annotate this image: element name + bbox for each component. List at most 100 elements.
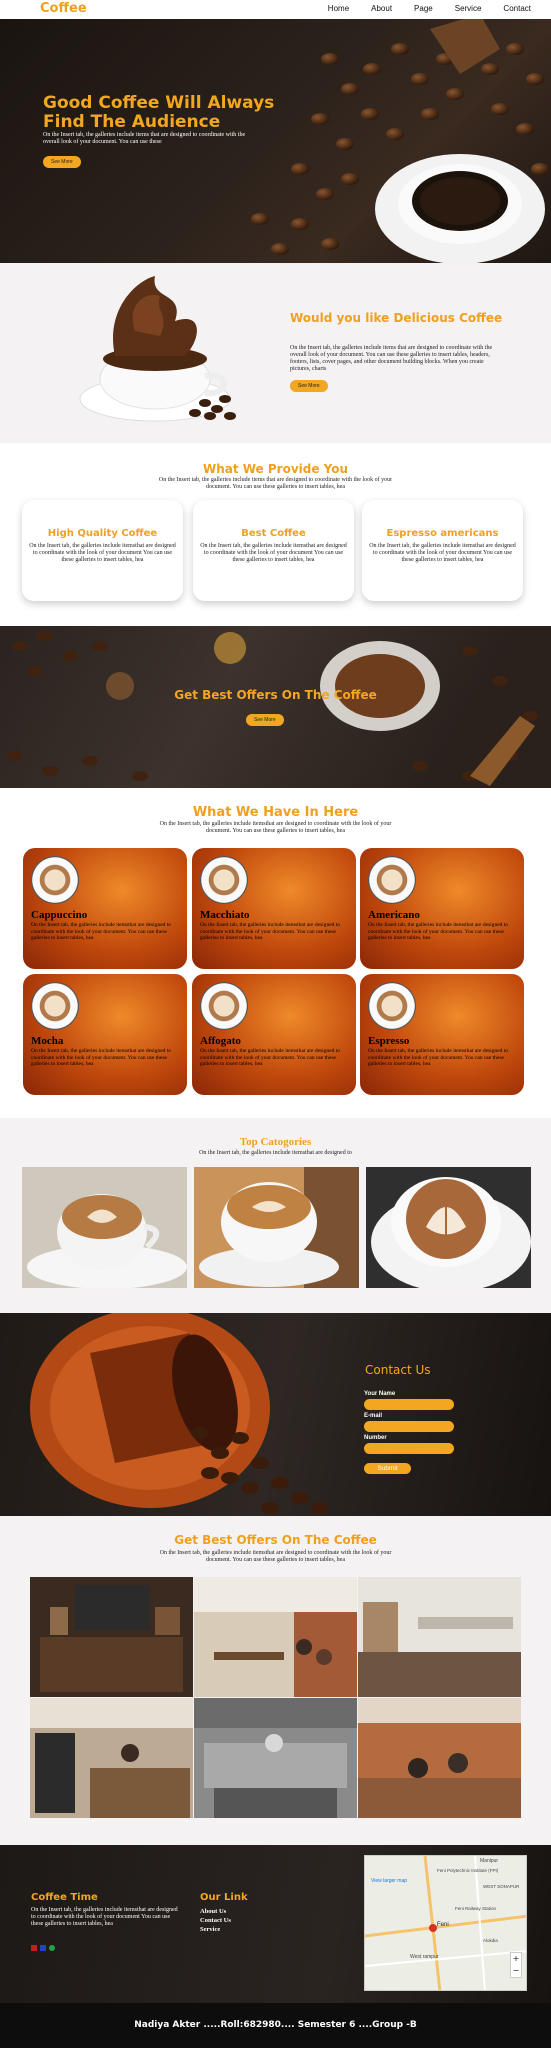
coffee-splash-image [79, 276, 236, 422]
footer-text: On the Insert tab, the galleries include… [31, 1907, 178, 1927]
number-input[interactable] [364, 1443, 454, 1454]
location-map[interactable]: View larger map Manipur Feni Polytechnic… [364, 1855, 527, 1991]
gallery-image[interactable] [30, 1698, 193, 1818]
service-card-text: On the Insert tab, the galleries include… [29, 543, 176, 563]
service-card: Best Coffee On the Insert tab, the galle… [193, 500, 354, 601]
service-card-title: Espresso americans [386, 528, 499, 539]
gallery-section: Get Best Offers On The Coffee On the Ins… [0, 1516, 551, 1845]
service-card-title: Best Coffee [241, 528, 306, 539]
category-image[interactable] [22, 1167, 187, 1288]
categories-section: Top Catogories On the Insert tab, the ga… [0, 1118, 551, 1313]
footer-link-contact[interactable]: Contact Us [200, 1917, 231, 1924]
facebook-icon[interactable] [40, 1945, 46, 1951]
nav-home-link[interactable]: Home [328, 4, 349, 13]
menu-item-text: On the Insert tab, the galleries include… [31, 922, 172, 941]
footer-links-title: Our Link [200, 1892, 248, 1903]
nav-about-link[interactable]: About [371, 4, 392, 13]
nav-page-link[interactable]: Page [414, 4, 433, 13]
footer-link-about[interactable]: About Us [200, 1908, 226, 1915]
gallery-image[interactable] [30, 1577, 193, 1697]
categories-title: Top Catogories [239, 1136, 312, 1148]
about-text: On the Insert tab, the galleries include… [290, 345, 493, 372]
menu-title: What We Have In Here [192, 805, 359, 820]
map-larger-link[interactable]: View larger map [371, 1878, 407, 1884]
map-label: West rampur [410, 1954, 439, 1960]
category-image[interactable] [194, 1167, 359, 1288]
menu-section: What We Have In Here On the Insert tab, … [0, 788, 551, 1118]
provide-subtitle: On the Insert tab, the galleries include… [158, 477, 393, 490]
gallery-title: Get Best Offers On The Coffee [174, 1533, 377, 1547]
menu-item-name: Americano [368, 909, 420, 921]
menu-item-card[interactable]: Affogato On the Insert tab, the gallerie… [192, 974, 356, 1095]
name-input[interactable] [364, 1399, 454, 1410]
hero-section: Good Coffee Will Always Find The Audienc… [0, 19, 551, 263]
menu-item-name: Affogato [200, 1035, 241, 1047]
map-label: Manipur [480, 1858, 499, 1864]
menu-item-name: Cappuccino [31, 909, 88, 921]
espresso-image [368, 982, 416, 1030]
provide-title: What We Provide You [202, 462, 349, 476]
map-zoom-control[interactable]: + − [510, 1952, 522, 1978]
gallery-image[interactable] [194, 1698, 357, 1818]
copyright-bar: Nadiya Akter .....Roll:682980.... Semest… [0, 2003, 551, 2048]
social-icons [31, 1945, 55, 1951]
menu-item-card[interactable]: Mocha On the Insert tab, the galleries i… [23, 974, 187, 1095]
about-see-more-button[interactable]: See More [290, 380, 328, 392]
footer-link-service[interactable]: Service [200, 1926, 220, 1933]
hero-text: On the Insert tab, the galleries include… [43, 132, 246, 145]
menu-item-card[interactable]: Espresso On the Insert tab, the gallerie… [360, 974, 524, 1095]
americano-image [368, 856, 416, 904]
gallery-image[interactable] [358, 1698, 521, 1818]
menu-item-text: On the Insert tab, the galleries include… [368, 1048, 509, 1067]
offer-title: Get Best Offers On The Coffee [174, 688, 377, 702]
number-label: Number [364, 1435, 387, 1441]
service-card-text: On the Insert tab, the galleries include… [369, 543, 516, 563]
nav-service-link[interactable]: Service [455, 4, 482, 13]
nav-menu: Home About Page Service Contact [306, 4, 531, 13]
hero-title: Good Coffee Will Always Find The Audienc… [43, 93, 275, 132]
offer-banner: Get Best Offers On The Coffee See More [0, 626, 551, 788]
menu-item-text: On the Insert tab, the galleries include… [368, 922, 509, 941]
about-section: Would you like Delicious Coffee On the I… [0, 263, 551, 443]
cappuccino-image [31, 856, 79, 904]
top-navbar: Coffee Home About Page Service Contact [0, 0, 551, 19]
menu-item-card[interactable]: Americano On the Insert tab, the galleri… [360, 848, 524, 969]
provide-section: What We Provide You On the Insert tab, t… [0, 443, 551, 626]
about-title: Would you like Delicious Coffee [290, 311, 503, 325]
contact-title: Contact Us [365, 1363, 431, 1377]
gallery-image[interactable] [194, 1577, 357, 1697]
menu-item-name: Espresso [368, 1035, 410, 1047]
name-label: Your Name [364, 1391, 396, 1397]
menu-item-card[interactable]: Cappuccino On the Insert tab, the galler… [23, 848, 187, 969]
submit-button[interactable]: Submit [364, 1463, 411, 1474]
service-card-title: High Quality Coffee [47, 528, 158, 539]
menu-item-name: Macchiato [200, 909, 250, 921]
menu-item-text: On the Insert tab, the galleries include… [31, 1048, 172, 1067]
offer-see-more-button[interactable]: See More [246, 714, 284, 726]
map-label: Feni Railway Station [455, 1906, 497, 1911]
contact-section: Contact Us Your Name E-mail Number Submi… [0, 1313, 551, 1516]
map-label: Feni Polytechnic Institute (FPI) [437, 1868, 499, 1873]
service-card: Espresso americans On the Insert tab, th… [362, 500, 523, 601]
site-logo[interactable]: Coffee [40, 1, 87, 16]
menu-subtitle: On the Insert tab, the galleries include… [159, 821, 392, 834]
menu-item-name: Mocha [31, 1035, 64, 1047]
macchiato-image [200, 856, 248, 904]
whatsapp-icon[interactable] [49, 1945, 55, 1951]
map-label: WEST SONAPUR [483, 1884, 520, 1889]
menu-item-text: On the Insert tab, the galleries include… [200, 922, 341, 941]
nav-contact-link[interactable]: Contact [503, 4, 531, 13]
gallery-subtitle: On the Insert tab, the galleries include… [159, 1550, 392, 1563]
category-image[interactable] [366, 1167, 531, 1288]
map-label: Feni [437, 1922, 449, 1928]
youtube-icon[interactable] [31, 1945, 37, 1951]
gallery-image[interactable] [358, 1577, 521, 1697]
menu-item-text: On the Insert tab, the galleries include… [200, 1048, 341, 1067]
map-label: Alokdia [483, 1938, 498, 1943]
menu-item-card[interactable]: Macchiato On the Insert tab, the galleri… [192, 848, 356, 969]
email-label: E-mail [364, 1413, 383, 1419]
hero-see-more-button[interactable]: See More [43, 156, 81, 168]
categories-subtitle: On the Insert tab, the galleries include… [199, 1150, 352, 1156]
footer: Coffee Time On the Insert tab, the galle… [0, 1845, 551, 2003]
email-input[interactable] [364, 1421, 454, 1432]
